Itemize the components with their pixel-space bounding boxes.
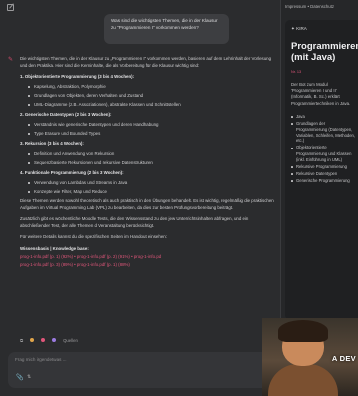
section-list: Definition und Anwendung von Rekursion S…	[28, 151, 275, 167]
bot-topic: Java	[291, 114, 357, 120]
bot-title-line: (mit Java)	[291, 52, 336, 63]
bot-brand-label: KIRA	[296, 26, 307, 31]
bot-topic: Objektorientierte Programmierung und Kla…	[291, 145, 357, 163]
bot-brand: ✦ KIRA	[291, 26, 307, 31]
section-list: Kapselung, Abstraktion, Polymorphie Grun…	[28, 84, 275, 109]
assistant-answer: Die wichtigsten Themen, die in der Klaus…	[20, 56, 275, 269]
answer-paragraph: Zusätzlich gibt es wöchentliche Moodle T…	[20, 216, 249, 228]
answer-paragraph: Diese Themen werden sowohl theoretisch a…	[20, 198, 274, 210]
knowledge-base-title: Wissensbasis | Knowledge base:	[20, 245, 89, 251]
attach-icon[interactable]: 📎	[16, 374, 23, 381]
section-list: Verständnis wie generische Datentypen un…	[28, 122, 275, 138]
thumbs-down-icon[interactable]	[41, 338, 46, 342]
answer-paragraph: Für weitere Details kannst du die spezif…	[20, 234, 167, 239]
list-item: Verwendung von Lambdas und Streams in Ja…	[28, 180, 275, 187]
knowledge-base-links[interactable]: prog-1-info.pdf (p. 3) (89%) • prog-1-in…	[20, 262, 275, 269]
message-actions: ⧉ Quellen	[20, 336, 78, 344]
answer-intro: Die wichtigsten Themen, die in der Klaus…	[20, 56, 272, 68]
video-caption: A DEV	[331, 354, 356, 363]
user-message: Was sind die wichtigsten Themen, die in …	[104, 14, 229, 44]
section-title: 4. Funktionale Programmierung (2 bis 3 W…	[20, 170, 124, 175]
video-thumbnail[interactable]: A DEV	[262, 318, 358, 396]
list-item: Type Erasure und Bounded Types	[28, 131, 275, 138]
section-list: Verwendung von Lambdas und Streams in Ja…	[28, 180, 275, 196]
list-item: Definition und Anwendung von Rekursion	[28, 151, 275, 158]
assistant-icon: ✎	[8, 57, 14, 63]
footer-links[interactable]: Impressum • Datenschutz	[281, 0, 358, 12]
sources-icon[interactable]	[52, 338, 57, 342]
edit-icon[interactable]	[7, 4, 14, 11]
section-title: 2. Generische Datentypen (2 bis 3 Wochen…	[20, 112, 112, 117]
list-item: Sequenzbasierte Rekursionen und rekursiv…	[28, 160, 275, 167]
copy-icon[interactable]: ⧉	[20, 338, 23, 343]
message-input[interactable]: Frag mich irgendetwas ...	[15, 357, 67, 362]
bot-topic: Rekursive Programmierung	[291, 164, 357, 170]
list-item: UML-Diagramme (z.B. Assoziationen), abst…	[28, 102, 275, 109]
knowledge-base-links[interactable]: prog-1-info.pdf (p. 1) (92%) • prog-1-in…	[20, 254, 275, 261]
list-item: Grundlagen von Objekten, deren Verhalten…	[28, 93, 275, 100]
bot-topic: Generische Programmierung	[291, 178, 357, 184]
person-hair	[278, 320, 328, 342]
list-item: Konzepte wie Filter, Map und Reduce	[28, 189, 275, 196]
section-title: 3. Rekursion (3 bis 4 Wochen):	[20, 141, 84, 146]
bot-topic: Grundlagen der Programmierung (Datentype…	[291, 121, 357, 145]
bot-topic: Rekursive Datentypen	[291, 171, 357, 177]
bot-description: Der Bot zum Modul 'Programmieren I und I…	[291, 82, 351, 106]
thumbs-up-icon[interactable]	[30, 338, 35, 342]
sources-label[interactable]: Quellen	[63, 338, 78, 343]
bot-card: ✦ KIRA Programmieren (mit Java) Nr. 13 D…	[285, 20, 358, 320]
section-title: 1. Objektorientierte Programmierung (3 b…	[20, 74, 135, 79]
bot-topic-list: Java Grundlagen der Programmierung (Date…	[291, 114, 357, 184]
bot-title-line: Programmieren	[291, 41, 358, 52]
list-item: Kapselung, Abstraktion, Polymorphie	[28, 84, 275, 91]
list-item: Verständnis wie generische Datentypen un…	[28, 122, 275, 129]
bot-title: Programmieren (mit Java)	[291, 41, 358, 63]
message-composer[interactable]: Frag mich irgendetwas ... 📎 ⇅	[8, 352, 276, 388]
bot-tag: Nr. 13	[291, 70, 302, 74]
tools-icon[interactable]: ⇅	[27, 374, 31, 380]
